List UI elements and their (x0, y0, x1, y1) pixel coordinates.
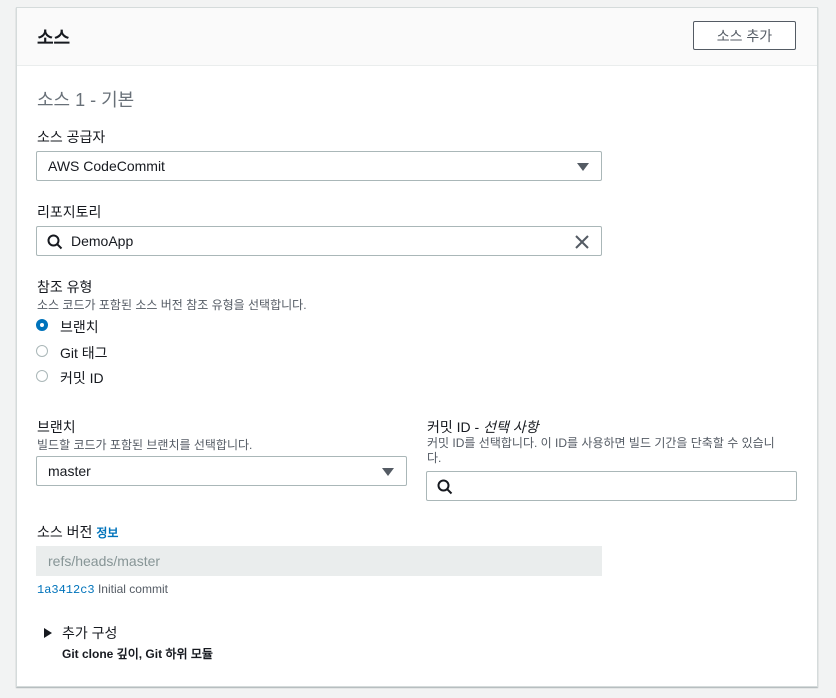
info-link[interactable]: 정보 (96, 526, 118, 540)
reference-type-description: 소스 코드가 포함된 소스 버전 참조 유형을 선택합니다. (37, 298, 307, 312)
commit-hash-link[interactable]: 1a3412c3 (37, 583, 95, 597)
caret-right-icon[interactable] (44, 628, 52, 638)
radio-commit-id-label: 커밋 ID (60, 370, 104, 386)
section-heading: 소스 1 - 기본 (37, 90, 135, 110)
caret-down-icon (577, 163, 589, 171)
panel-title: 소스 (37, 28, 71, 48)
reference-type-label: 참조 유형 (37, 279, 93, 295)
source-version-field: refs/heads/master (36, 546, 602, 576)
commit-id-description: 커밋 ID를 선택합니다. 이 ID를 사용하면 빌드 기간을 단축할 수 있습… (427, 436, 807, 466)
radio-unchecked-icon (36, 345, 48, 357)
provider-select[interactable]: AWS CodeCommit (36, 151, 602, 181)
add-source-button[interactable]: 소스 추가 (693, 21, 796, 50)
commit-id-description-line1: 커밋 ID를 선택합니다. 이 ID를 사용하면 빌드 기간을 단축할 수 있습… (427, 436, 775, 450)
commit-id-label-text: 커밋 ID - (427, 419, 484, 435)
radio-git-tag-label: Git 태그 (60, 345, 108, 361)
branch-select[interactable]: master (36, 456, 407, 486)
branch-description: 빌드할 코드가 포함된 브랜치를 선택합니다. (37, 438, 253, 452)
additional-config-summary: Git clone 깊이, Git 하위 모듈 (62, 647, 213, 661)
radio-branch-label: 브랜치 (60, 319, 99, 335)
source-panel: 소스 소스 추가 소스 1 - 기본 소스 공급자 AWS CodeCommit… (16, 7, 818, 687)
caret-down-icon (382, 468, 394, 476)
radio-checked-icon (36, 319, 48, 331)
branch-label: 브랜치 (37, 419, 76, 435)
repository-label: 리포지토리 (37, 204, 102, 220)
search-icon (437, 479, 453, 495)
radio-unchecked-icon (36, 370, 48, 382)
repository-search-field[interactable]: DemoApp (36, 226, 602, 256)
source-version-label: 소스 버전 정보 (37, 522, 118, 542)
search-icon (47, 234, 63, 250)
commit-id-description-line2: 다. (427, 451, 442, 465)
source-version-label-text: 소스 버전 (37, 524, 93, 540)
commit-id-label: 커밋 ID - 선택 사항 (427, 417, 539, 437)
additional-config-toggle[interactable]: 추가 구성 (62, 623, 117, 643)
clear-icon[interactable] (574, 234, 590, 250)
source-version-value: refs/heads/master (48, 553, 161, 569)
panel-header: 소스 소스 추가 (17, 8, 817, 66)
commit-message: Initial commit (97, 582, 168, 596)
optional-marker: 선택 사항 (483, 419, 539, 435)
branch-value: master (48, 463, 91, 479)
provider-label: 소스 공급자 (37, 129, 106, 145)
repository-value: DemoApp (71, 233, 134, 249)
commit-info: 1a3412c3 Initial commit (37, 582, 168, 597)
provider-value: AWS CodeCommit (48, 158, 165, 174)
commit-id-search-field[interactable] (426, 471, 797, 501)
